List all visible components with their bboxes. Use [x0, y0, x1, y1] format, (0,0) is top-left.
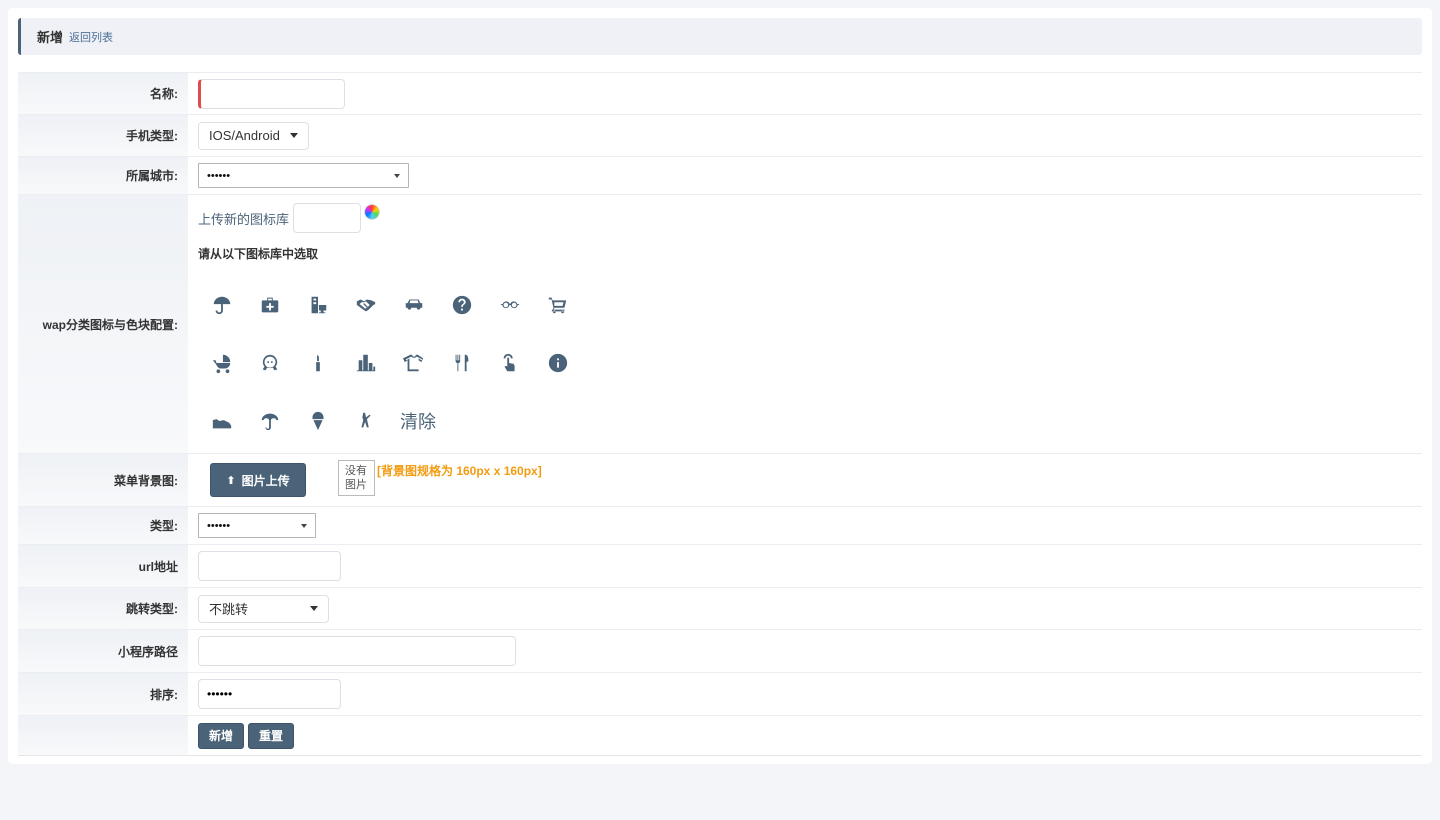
icon-row [198, 276, 582, 334]
info-circle-icon[interactable] [534, 343, 582, 383]
parasol-icon[interactable] [246, 401, 294, 441]
type-select[interactable]: •••••• [198, 513, 316, 538]
handshake-icon[interactable] [342, 285, 390, 325]
icon-row: 清除 [198, 392, 582, 450]
row-actions: 新增 重置 [18, 715, 1422, 755]
url-label: url地址 [18, 545, 188, 587]
icon-lib-file-box[interactable] [293, 203, 362, 233]
upload-icon-lib-text: 上传新的图标库 [198, 211, 290, 227]
type-selected: •••••• [207, 519, 231, 532]
upload-icon-lib: 上传新的图标库 [198, 203, 381, 233]
row-jump-type: 跳转类型: 不跳转 [18, 587, 1422, 629]
jump-type-selected: 不跳转 [209, 602, 249, 617]
sort-label: 排序: [18, 673, 188, 715]
back-to-list-link[interactable]: 返回列表 [69, 29, 113, 45]
medkit-icon[interactable] [246, 285, 294, 325]
actions-label-cell [18, 716, 188, 755]
sort-input[interactable] [198, 679, 341, 709]
jump-type-select[interactable]: 不跳转 [198, 594, 329, 623]
name-label: 名称: [18, 73, 188, 114]
buildings-icon[interactable] [342, 343, 390, 383]
cutlery-icon[interactable] [438, 343, 486, 383]
tshirt-icon[interactable] [390, 343, 438, 383]
umbrella-icon[interactable] [198, 285, 246, 325]
menu-bg-label: 菜单背景图: [18, 454, 188, 506]
icon-row [198, 334, 582, 392]
touch-icon[interactable] [486, 343, 534, 383]
phone-type-select[interactable]: IOS/Android [198, 121, 309, 150]
row-wap-icon: wap分类图标与色块配置: 上传新的图标库 请从以下图标库中选取 清除 [18, 194, 1422, 453]
submit-button[interactable]: 新增 [198, 722, 245, 749]
row-city: 所属城市: •••••• [18, 156, 1422, 194]
phone-type-label: 手机类型: [18, 115, 188, 156]
page-header: 新增 返回列表 [18, 18, 1422, 55]
lipstick-icon[interactable] [294, 343, 342, 383]
row-menu-bg: 菜单背景图: ⬆ 图片上传 没有图片 [背景图规格为 160px x 160px… [18, 453, 1422, 506]
upload-arrow-icon: ⬆ [226, 474, 236, 487]
type-label: 类型: [18, 507, 188, 544]
devices-icon[interactable] [294, 285, 342, 325]
clear-icon-button[interactable]: 清除 [400, 408, 436, 434]
glasses-icon[interactable] [486, 285, 534, 325]
row-sort: 排序: [18, 672, 1422, 715]
pick-icon-title: 请从以下图标库中选取 [198, 247, 319, 261]
stroller-icon[interactable] [198, 343, 246, 383]
page-title: 新增 [37, 30, 64, 45]
phone-type-selected: IOS/Android [209, 128, 280, 143]
caret-down-icon [310, 606, 318, 611]
color-picker-icon[interactable] [364, 204, 381, 220]
sneaker-icon[interactable] [198, 401, 246, 441]
add-form: 名称: 手机类型: IOS/Android 所属城市: •••••• wap分类… [18, 72, 1422, 756]
wap-icon-label: wap分类图标与色块配置: [18, 195, 188, 453]
city-label: 所属城市: [18, 157, 188, 194]
row-phone-type: 手机类型: IOS/Android [18, 114, 1422, 156]
ice-cream-icon[interactable] [294, 401, 342, 441]
caret-down-icon [301, 523, 307, 528]
main-panel: 新增 返回列表 名称: 手机类型: IOS/Android 所属城市: ••••… [8, 8, 1432, 764]
row-type: 类型: •••••• [18, 506, 1422, 544]
question-circle-icon[interactable] [438, 285, 486, 325]
caret-down-icon [394, 173, 400, 178]
shopping-cart-icon[interactable] [534, 285, 582, 325]
row-mini-path: 小程序路径 [18, 629, 1422, 672]
name-input[interactable] [198, 78, 345, 109]
fishing-icon[interactable] [342, 401, 390, 441]
caret-down-icon [290, 133, 298, 138]
icon-grid: 清除 [198, 276, 582, 450]
mini-path-input[interactable] [198, 636, 516, 666]
bg-size-hint: [背景图规格为 160px x 160px] [377, 464, 542, 478]
row-name: 名称: [18, 72, 1422, 114]
jump-type-label: 跳转类型: [18, 588, 188, 629]
city-select[interactable]: •••••• [198, 163, 409, 188]
url-input[interactable] [198, 551, 341, 581]
car-icon[interactable] [390, 285, 438, 325]
no-image-preview: 没有图片 [338, 460, 375, 496]
mini-path-label: 小程序路径 [18, 630, 188, 672]
child-face-icon[interactable] [246, 343, 294, 383]
image-upload-label: 图片上传 [241, 473, 290, 488]
row-url: url地址 [18, 544, 1422, 587]
image-upload-button[interactable]: ⬆ 图片上传 [210, 463, 306, 497]
reset-button[interactable]: 重置 [248, 722, 295, 749]
city-selected: •••••• [207, 169, 231, 182]
